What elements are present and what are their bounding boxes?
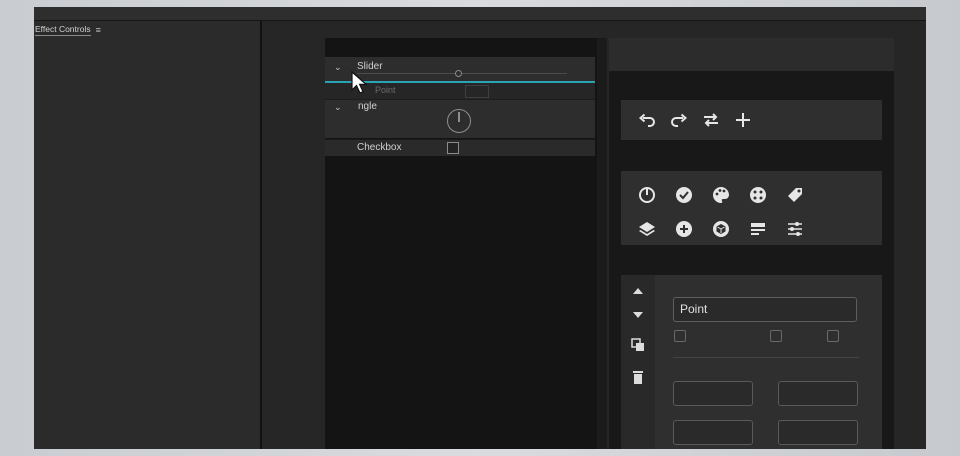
properties-panel: Point (621, 275, 882, 449)
dice-icon[interactable] (748, 185, 768, 205)
option-checkbox[interactable] (674, 330, 686, 342)
list-icon[interactable] (748, 219, 768, 239)
effect-checkbox[interactable] (447, 142, 459, 154)
effect-list-scrollbar[interactable] (597, 38, 607, 449)
chevron-down-icon[interactable]: ⌄ (334, 102, 342, 113)
layers-icon[interactable] (637, 219, 657, 239)
name-input[interactable]: Point (673, 297, 857, 322)
power-icon[interactable] (637, 185, 657, 205)
value-field[interactable] (673, 381, 753, 406)
section-divider (673, 357, 859, 358)
history-toolbar (621, 100, 882, 140)
icon-palette (621, 171, 882, 245)
arrow-up-icon[interactable] (628, 283, 648, 299)
duplicate-icon[interactable] (628, 337, 648, 353)
top-strip (34, 7, 926, 21)
add-icon[interactable] (733, 110, 753, 130)
sliders-icon[interactable] (785, 219, 805, 239)
effect-label: Checkbox (357, 142, 402, 153)
effect-row-angle[interactable]: ⌄ ngle (325, 99, 595, 138)
arrow-down-icon[interactable] (628, 307, 648, 323)
redo-icon[interactable] (669, 110, 689, 130)
value-field[interactable] (778, 381, 858, 406)
cube-icon[interactable] (711, 219, 731, 239)
option-checkbox[interactable] (770, 330, 782, 342)
trash-icon[interactable] (628, 369, 648, 385)
application-window: Effect Controls ≡ ⌄ Slider Point ⌄ ngle … (34, 7, 926, 449)
undo-icon[interactable] (637, 110, 657, 130)
mock-header-bar (609, 38, 894, 71)
effect-row-checkbox[interactable]: Checkbox (325, 139, 595, 156)
panel-title: Effect Controls (35, 24, 91, 36)
slider-track[interactable] (357, 73, 567, 74)
hamburger-icon[interactable]: ≡ (96, 25, 101, 35)
value-field[interactable] (778, 420, 858, 445)
angle-dial[interactable] (447, 109, 471, 133)
value-field[interactable] (673, 420, 753, 445)
option-checkbox[interactable] (827, 330, 839, 342)
palette-icon[interactable] (711, 185, 731, 205)
effect-label: ngle (358, 101, 377, 112)
mouse-cursor-icon (351, 71, 368, 94)
effect-label: Point (375, 85, 396, 95)
plus-circle-icon[interactable] (674, 219, 694, 239)
slider-knob[interactable] (455, 70, 462, 77)
tag-icon[interactable] (785, 185, 805, 205)
point-value-box[interactable] (465, 85, 489, 98)
chevron-down-icon[interactable]: ⌄ (334, 62, 342, 73)
swap-icon[interactable] (701, 110, 721, 130)
properties-sidebar (621, 275, 655, 449)
checkmark-circle-icon[interactable] (674, 185, 694, 205)
angle-needle (458, 112, 460, 122)
panel-tab[interactable]: Effect Controls ≡ (35, 24, 101, 36)
effect-controls-panel: Effect Controls ≡ (34, 21, 260, 449)
effect-list: ⌄ Slider Point ⌄ ngle Checkbox (325, 38, 597, 449)
